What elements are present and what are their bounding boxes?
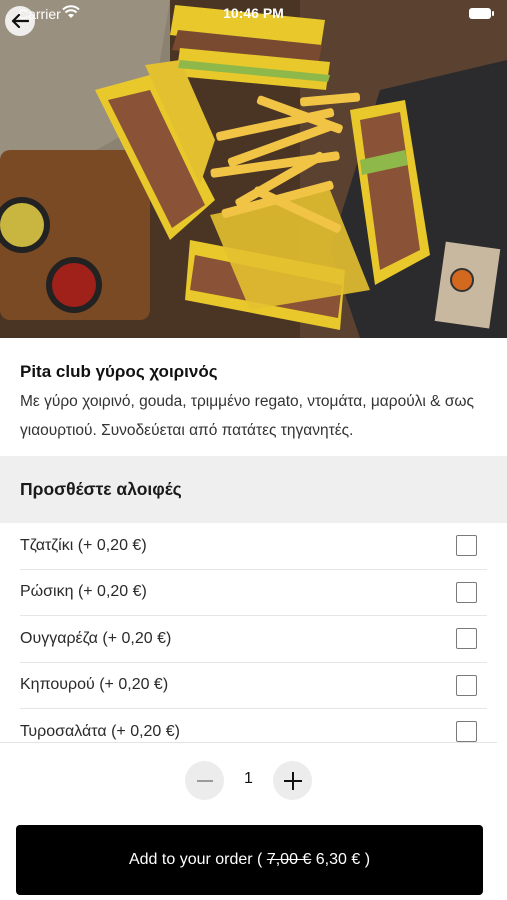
discounted-price: 6,30 € ): [311, 851, 371, 868]
extras-section-title: Προσθέστε αλοιφές: [20, 479, 182, 499]
status-bar: Carrier 10:46 PM: [0, 0, 507, 28]
option-label: Ρώσικη (+ 0,20 €): [20, 583, 147, 601]
option-kipourou[interactable]: Κηπουρού (+ 0,20 €): [20, 663, 487, 709]
add-to-order-button[interactable]: Add to your order ( 7,00 € 6,30 € ): [16, 825, 483, 895]
option-label: Κηπουρού (+ 0,20 €): [20, 676, 169, 694]
minus-icon: [196, 779, 213, 782]
product-title: Pita club γύρος χοιρινός: [20, 362, 218, 381]
back-button[interactable]: [5, 6, 35, 36]
product-info: Pita club γύρος χοιρινός Με γύρο χοιρινό…: [20, 360, 490, 445]
extras-options-list: Τζατζίκι (+ 0,20 €) Ρώσικη (+ 0,20 €) Ου…: [0, 523, 507, 743]
option-checkbox[interactable]: [456, 628, 477, 650]
option-checkbox[interactable]: [456, 535, 477, 557]
list-divider: [0, 742, 497, 743]
option-label: Τυροσαλάτα (+ 0,20 €): [20, 722, 180, 740]
option-label: Ουγγαρέζα (+ 0,20 €): [20, 629, 172, 647]
decrease-quantity-button[interactable]: [185, 761, 224, 800]
quantity-value: 1: [244, 770, 253, 787]
option-oungareza[interactable]: Ουγγαρέζα (+ 0,20 €): [20, 616, 487, 663]
extras-section-header: Προσθέστε αλοιφές: [0, 456, 507, 523]
option-rosiki[interactable]: Ρώσικη (+ 0,20 €): [20, 570, 487, 616]
option-label: Τζατζίκι (+ 0,20 €): [20, 536, 147, 554]
quantity-stepper: 1: [0, 761, 507, 801]
product-image: [0, 0, 507, 338]
product-description: Με γύρο χοιρινό, gouda, τριμμένο regato,…: [20, 393, 474, 439]
option-checkbox[interactable]: [456, 581, 477, 603]
status-time: 10:46 PM: [223, 5, 284, 21]
option-checkbox[interactable]: [456, 674, 477, 696]
arrow-left-icon: [11, 13, 29, 29]
option-tzatziki[interactable]: Τζατζίκι (+ 0,20 €): [20, 523, 487, 570]
original-price: 7,00 €: [266, 851, 312, 868]
plus-icon: [283, 771, 302, 790]
increase-quantity-button[interactable]: [273, 761, 312, 800]
option-checkbox[interactable]: [456, 721, 477, 743]
option-tirosalata[interactable]: Τυροσαλάτα (+ 0,20 €): [20, 709, 487, 743]
add-button-label: Add to your order (: [128, 851, 267, 868]
battery-icon: [469, 8, 494, 19]
